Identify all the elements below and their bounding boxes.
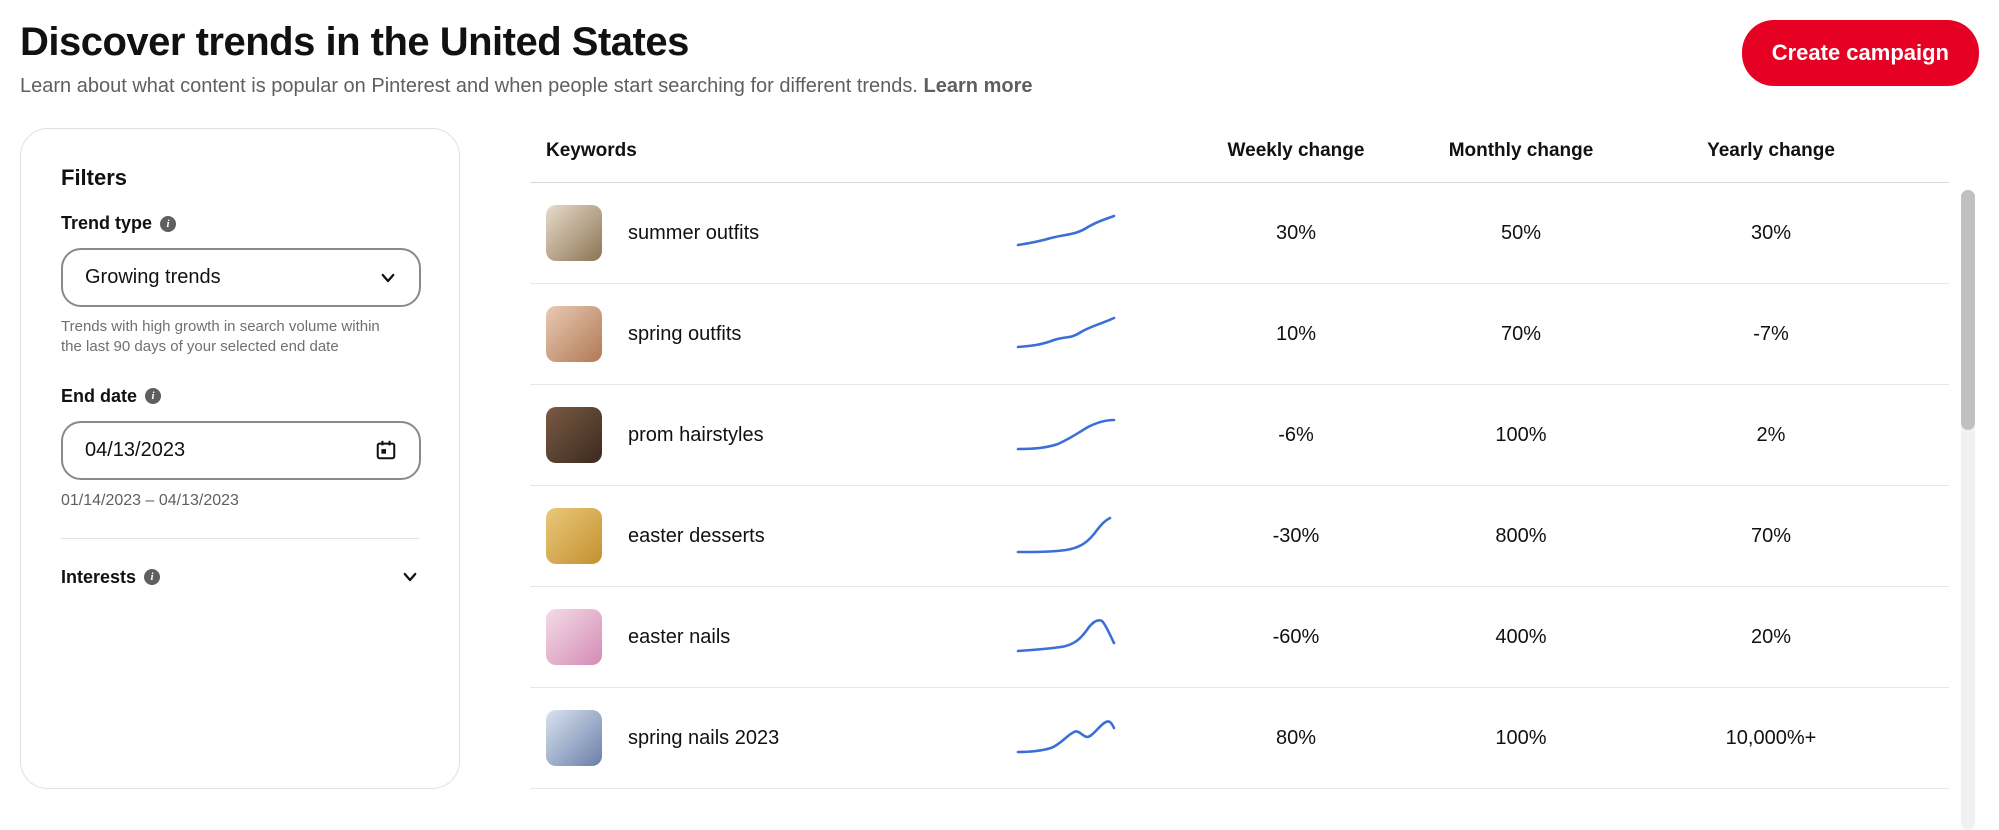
chevron-down-icon — [379, 269, 397, 287]
scrollbar-thumb[interactable] — [1961, 190, 1975, 430]
keyword-thumbnail — [546, 407, 602, 463]
subtitle-text: Learn about what content is popular on P… — [20, 75, 924, 97]
keyword-thumbnail — [546, 609, 602, 665]
weekly-change: 10% — [1196, 323, 1396, 346]
trend-type-select[interactable]: Growing trends — [61, 248, 421, 307]
table-row[interactable]: easter nails -60% 400% 20% — [530, 587, 1949, 688]
keyword-thumbnail — [546, 710, 602, 766]
end-date-value: 04/13/2023 — [85, 439, 185, 462]
keyword-text: easter nails — [628, 626, 730, 649]
page-title: Discover trends in the United States — [20, 20, 1032, 65]
weekly-change: -6% — [1196, 424, 1396, 447]
yearly-change: 30% — [1646, 222, 1896, 245]
sparkline — [1016, 617, 1116, 657]
trend-type-value: Growing trends — [85, 266, 221, 289]
col-yearly[interactable]: Yearly change — [1646, 140, 1896, 162]
col-monthly[interactable]: Monthly change — [1396, 140, 1646, 162]
sparkline — [1016, 516, 1116, 556]
weekly-change: 30% — [1196, 222, 1396, 245]
end-date-label: End date — [61, 386, 137, 407]
end-date-input[interactable]: 04/13/2023 — [61, 421, 421, 480]
table-row[interactable]: spring nails 2023 80% 100% 10,000%+ — [530, 688, 1949, 789]
calendar-icon — [375, 439, 397, 461]
keyword-thumbnail — [546, 508, 602, 564]
yearly-change: 20% — [1646, 626, 1896, 649]
col-keywords[interactable]: Keywords — [546, 140, 1016, 162]
keyword-thumbnail — [546, 205, 602, 261]
info-icon[interactable]: i — [144, 569, 160, 585]
table-row[interactable]: summer outfits 30% 50% 30% — [530, 183, 1949, 284]
page-subtitle: Learn about what content is popular on P… — [20, 75, 1032, 98]
col-weekly[interactable]: Weekly change — [1196, 140, 1396, 162]
interests-toggle[interactable]: Interests i — [61, 567, 419, 588]
learn-more-link[interactable]: Learn more — [924, 75, 1033, 97]
trends-table: Keywords Weekly change Monthly change Ye… — [530, 128, 1979, 789]
table-row[interactable]: prom hairstyles -6% 100% 2% — [530, 385, 1949, 486]
trend-type-help: Trends with high growth in search volume… — [61, 317, 391, 358]
keyword-text: spring outfits — [628, 323, 741, 346]
info-icon[interactable]: i — [145, 388, 161, 404]
keyword-text: prom hairstyles — [628, 424, 764, 447]
monthly-change: 800% — [1396, 525, 1646, 548]
sparkline — [1016, 718, 1116, 758]
scrollbar[interactable] — [1961, 190, 1975, 830]
weekly-change: -30% — [1196, 525, 1396, 548]
yearly-change: 2% — [1646, 424, 1896, 447]
keyword-text: spring nails 2023 — [628, 727, 779, 750]
table-row[interactable]: spring outfits 10% 70% -7% — [530, 284, 1949, 385]
divider — [61, 538, 419, 539]
monthly-change: 50% — [1396, 222, 1646, 245]
monthly-change: 100% — [1396, 727, 1646, 750]
sparkline — [1016, 314, 1116, 354]
monthly-change: 100% — [1396, 424, 1646, 447]
monthly-change: 400% — [1396, 626, 1646, 649]
keyword-text: summer outfits — [628, 222, 759, 245]
weekly-change: -60% — [1196, 626, 1396, 649]
filters-panel: Filters Trend type i Growing trends Tren… — [20, 128, 460, 789]
keyword-thumbnail — [546, 306, 602, 362]
monthly-change: 70% — [1396, 323, 1646, 346]
filters-title: Filters — [61, 165, 419, 191]
chevron-down-icon — [401, 568, 419, 586]
yearly-change: 10,000%+ — [1646, 727, 1896, 750]
interests-label: Interests — [61, 567, 136, 588]
table-row[interactable]: easter desserts -30% 800% 70% — [530, 486, 1949, 587]
sparkline — [1016, 213, 1116, 253]
weekly-change: 80% — [1196, 727, 1396, 750]
yearly-change: 70% — [1646, 525, 1896, 548]
sparkline — [1016, 415, 1116, 455]
yearly-change: -7% — [1646, 323, 1896, 346]
date-range-text: 01/14/2023 – 04/13/2023 — [61, 492, 419, 510]
create-campaign-button[interactable]: Create campaign — [1742, 20, 1979, 86]
trend-type-label: Trend type — [61, 213, 152, 234]
info-icon[interactable]: i — [160, 216, 176, 232]
keyword-text: easter desserts — [628, 525, 765, 548]
